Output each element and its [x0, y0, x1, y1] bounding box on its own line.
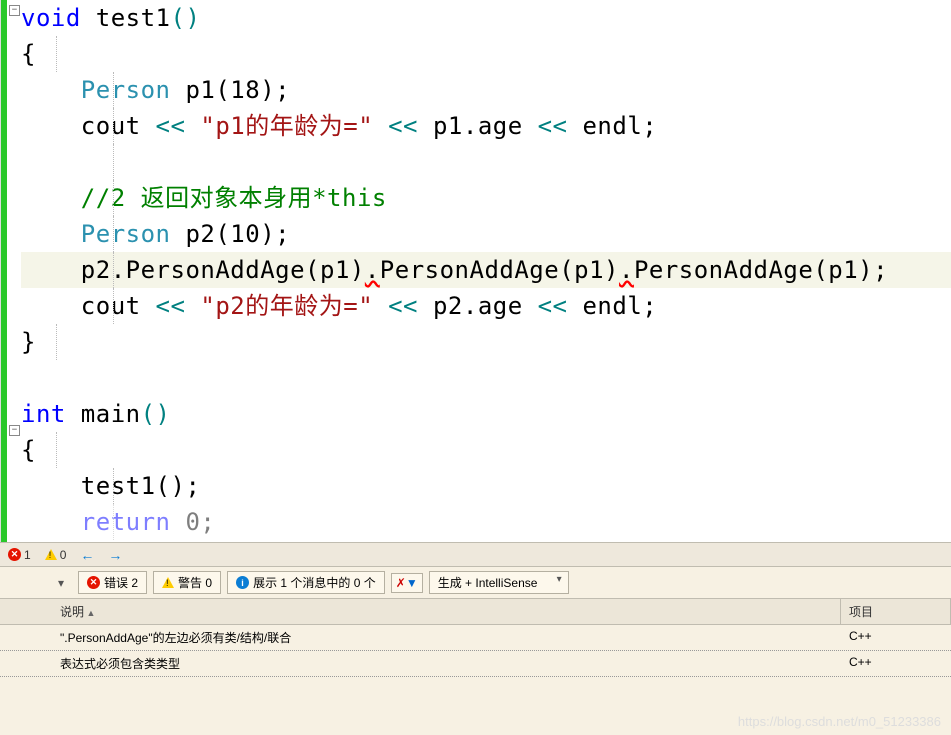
errors-filter-button[interactable]: ✕错误 2	[78, 571, 147, 594]
code-line: return 0;	[21, 504, 951, 540]
fold-toggle-icon[interactable]: −	[9, 425, 20, 436]
dropdown-arrow-icon[interactable]: ▾	[50, 574, 72, 592]
watermark: https://blog.csdn.net/m0_51233386	[738, 714, 941, 729]
nav-next-button[interactable]: →	[108, 547, 122, 563]
code-line	[21, 360, 951, 396]
code-margin: − −	[1, 0, 21, 542]
table-header[interactable]: 说明 项目	[0, 599, 951, 625]
code-line: int main()	[21, 396, 951, 432]
error-count[interactable]: ✕1	[8, 548, 31, 562]
info-icon: i	[236, 576, 249, 589]
code-editor[interactable]: − − void test1() { Person p1(18); cout <…	[0, 0, 951, 542]
status-bar: ✕1 0 ← →	[0, 542, 951, 566]
code-line: Person p1(18);	[21, 72, 951, 108]
messages-filter-button[interactable]: i展示 1 个消息中的 0 个	[227, 571, 385, 594]
code-lines[interactable]: void test1() { Person p1(18); cout << "p…	[21, 0, 951, 542]
errorlist-toolbar: ▾ ✕错误 2 警告 0 i展示 1 个消息中的 0 个 ✗▼ 生成 + Int…	[0, 567, 951, 599]
error-table: 说明 项目 ".PersonAddAge"的左边必须有类/结构/联合 C++ 表…	[0, 599, 951, 677]
warning-icon	[162, 577, 174, 588]
code-line: cout << "p1的年龄为=" << p1.age << endl;	[21, 108, 951, 144]
table-row[interactable]: 表达式必须包含类类型 C++	[0, 651, 951, 677]
code-line: //2 返回对象本身用*this	[21, 180, 951, 216]
code-line: test1();	[21, 468, 951, 504]
code-line: p2.PersonAddAge(p1).PersonAddAge(p1).Per…	[21, 252, 951, 288]
code-line: {	[21, 432, 951, 468]
code-line: Person p2(10);	[21, 216, 951, 252]
code-line: {	[21, 36, 951, 72]
table-row[interactable]: ".PersonAddAge"的左边必须有类/结构/联合 C++	[0, 625, 951, 651]
code-line	[21, 144, 951, 180]
column-description[interactable]: 说明	[0, 599, 841, 624]
warning-icon	[45, 549, 57, 560]
warnings-filter-button[interactable]: 警告 0	[153, 571, 221, 594]
source-combo[interactable]: 生成 + IntelliSense	[429, 571, 569, 594]
code-line: }	[21, 324, 951, 360]
error-icon: ✕	[8, 548, 21, 561]
warning-count[interactable]: 0	[45, 548, 67, 562]
code-line: void test1()	[21, 0, 951, 36]
fold-toggle-icon[interactable]: −	[9, 5, 20, 16]
column-project[interactable]: 项目	[841, 599, 951, 624]
nav-prev-button[interactable]: ←	[80, 547, 94, 563]
error-icon: ✕	[87, 576, 100, 589]
filter-icon: ✗	[396, 576, 406, 590]
filter-button[interactable]: ✗▼	[391, 573, 423, 593]
code-line: cout << "p2的年龄为=" << p2.age << endl;	[21, 288, 951, 324]
error-list-panel: ▾ ✕错误 2 警告 0 i展示 1 个消息中的 0 个 ✗▼ 生成 + Int…	[0, 566, 951, 735]
